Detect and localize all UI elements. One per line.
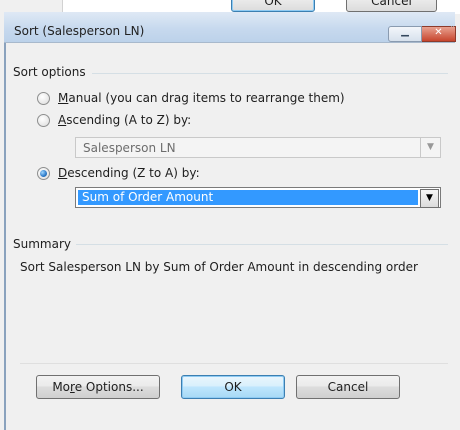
- ascending-radio[interactable]: [37, 113, 50, 127]
- dialog-frame-edge: [4, 12, 6, 430]
- manual-label: Manual (you can drag items to rearrange …: [58, 91, 345, 105]
- summary-divider: [76, 244, 448, 245]
- title-bar[interactable]: Sort (Salesperson LN) ▁ ✕: [4, 12, 456, 43]
- summary-heading: Summary: [13, 237, 75, 251]
- dialog-title: Sort (Salesperson LN): [14, 24, 145, 38]
- button-area-divider: [20, 363, 448, 364]
- chevron-down-icon[interactable]: ▼: [420, 138, 440, 157]
- ascending-label: Ascending (A to Z) by:: [58, 113, 192, 127]
- ascending-field-combo[interactable]: Salesperson LN ▼: [75, 137, 441, 158]
- descending-option[interactable]: Descending (Z to A) by:: [37, 166, 200, 180]
- ascending-combo-value: Salesperson LN: [83, 141, 176, 155]
- cancel-button[interactable]: Cancel: [296, 375, 400, 399]
- sort-options-divider: [92, 73, 448, 74]
- descending-combo-value: Sum of Order Amount: [78, 190, 418, 205]
- descending-label: Descending (Z to A) by:: [58, 166, 200, 180]
- descending-field-combo[interactable]: Sum of Order Amount ▼: [75, 187, 441, 208]
- chevron-down-icon[interactable]: ▼: [420, 189, 439, 208]
- more-options-button[interactable]: More Options...: [36, 375, 160, 399]
- background-cancel-button[interactable]: Cancel: [346, 0, 437, 12]
- resize-grip-icon: [451, 26, 454, 30]
- manual-radio[interactable]: [37, 91, 50, 105]
- background-ok-button[interactable]: OK: [231, 0, 315, 12]
- minimize-icon[interactable]: ▁: [388, 26, 422, 42]
- manual-option[interactable]: Manual (you can drag items to rearrange …: [37, 91, 345, 105]
- ascending-option[interactable]: Ascending (A to Z) by:: [37, 113, 191, 127]
- summary-text: Sort Salesperson LN by Sum of Order Amou…: [20, 260, 418, 274]
- ok-button[interactable]: OK: [181, 375, 285, 399]
- sort-options-heading: Sort options: [13, 65, 90, 79]
- descending-radio[interactable]: [37, 166, 50, 180]
- sort-dialog: Sort (Salesperson LN) ▁ ✕ Sort options M…: [4, 12, 456, 430]
